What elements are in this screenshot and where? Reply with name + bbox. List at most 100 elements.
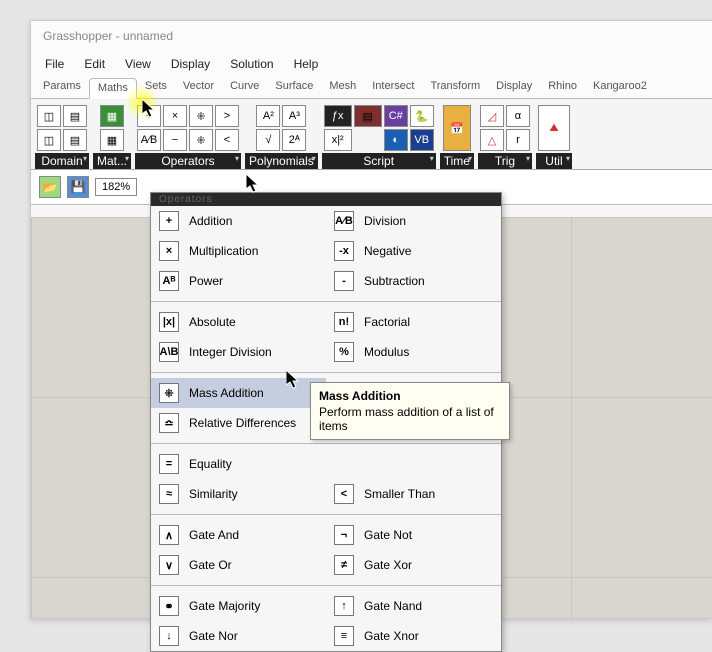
menu-item-icon: |x|	[159, 312, 179, 332]
panel-trig: ◿△ αr Trig▾	[478, 103, 532, 169]
panel-operators-label[interactable]: Operators▾	[135, 153, 241, 169]
tab-vector[interactable]: Vector	[175, 77, 222, 98]
op-massadd-icon[interactable]: ⁜	[189, 105, 213, 127]
matrix-icon2[interactable]: ▦	[100, 129, 124, 151]
panel-domain-label[interactable]: Domain▾	[35, 153, 89, 169]
script-fx-icon[interactable]: ƒx	[324, 105, 352, 127]
menu-item-relative-differences[interactable]: ≏Relative Differences	[151, 408, 326, 438]
save-file-icon[interactable]: 💾	[67, 176, 89, 198]
menu-item-icon: +	[159, 211, 179, 231]
menu-item-multiplication[interactable]: ×Multiplication	[151, 236, 326, 266]
menu-item-factorial[interactable]: n!Factorial	[326, 307, 501, 337]
poly-a3-icon[interactable]: A³	[282, 105, 306, 127]
menu-item-gate-or[interactable]: ∨Gate Or	[151, 550, 326, 580]
menu-item-gate-xor[interactable]: ≠Gate Xor	[326, 550, 501, 580]
tab-display[interactable]: Display	[488, 77, 540, 98]
menu-item-power[interactable]: AᴮPower	[151, 266, 326, 296]
op-times-icon[interactable]: ×	[163, 105, 187, 127]
menu-item-label: Addition	[189, 214, 232, 228]
tab-curve[interactable]: Curve	[222, 77, 267, 98]
op-massmul-icon[interactable]: ⁜	[189, 129, 213, 151]
trig-alpha-icon[interactable]: α	[506, 105, 530, 127]
op-frac-icon[interactable]: A⁄B	[137, 129, 161, 151]
menu-item-gate-nand[interactable]: ↑Gate Nand	[326, 591, 501, 621]
dropdown-header: Operators	[151, 193, 501, 206]
script-csharp-icon[interactable]: C#	[384, 105, 408, 127]
script-vb-icon[interactable]: VB	[410, 129, 434, 151]
menu-item-addition[interactable]: + Addition	[151, 206, 326, 236]
tab-maths[interactable]: Maths	[89, 78, 137, 99]
trig-angle-icon[interactable]: ◿	[480, 105, 504, 127]
menu-item-icon: Aᴮ	[159, 271, 179, 291]
panel-polynomials-label[interactable]: Polynomials▾	[245, 153, 318, 169]
menu-edit[interactable]: Edit	[74, 53, 115, 75]
menu-item-gate-nor[interactable]: ↓Gate Nor	[151, 621, 326, 651]
trig-tri-icon[interactable]: △	[480, 129, 504, 151]
domain-icon1[interactable]: ◫	[37, 105, 61, 127]
menu-item-icon: ∧	[159, 525, 179, 545]
script-python-icon[interactable]: 🐍	[410, 105, 434, 127]
tab-sets[interactable]: Sets	[137, 77, 175, 98]
menu-item-smaller-than[interactable]: <Smaller Than	[326, 479, 501, 509]
tab-params[interactable]: Params	[35, 77, 89, 98]
menu-item-label: Subtraction	[364, 274, 425, 288]
panel-script-label[interactable]: Script▾	[322, 153, 436, 169]
menu-item-gate-xnor[interactable]: ≡Gate Xnor	[326, 621, 501, 651]
menu-item-equality[interactable]: =Equality	[151, 449, 326, 479]
ribbon: ◫ ◫ ▤ ▤ Domain▾ ▦ ▦ Mat...▾	[31, 99, 712, 170]
menu-item-absolute[interactable]: |x|Absolute	[151, 307, 326, 337]
matrix-icon1[interactable]: ▦	[100, 105, 124, 127]
menu-item-gate-majority[interactable]: ⚭Gate Majority	[151, 591, 326, 621]
menu-item-icon: %	[334, 342, 354, 362]
tab-mesh[interactable]: Mesh	[321, 77, 364, 98]
zoom-field[interactable]: 182%	[95, 178, 137, 196]
op-gt-icon[interactable]: >	[215, 105, 239, 127]
menu-item-similarity[interactable]: ≈Similarity	[151, 479, 326, 509]
domain-icon2[interactable]: ◫	[37, 129, 61, 151]
open-file-icon[interactable]: 📂	[39, 176, 61, 198]
tab-rhino[interactable]: Rhino	[540, 77, 585, 98]
tab-kangaroo2[interactable]: Kangaroo2	[585, 77, 655, 98]
menu-item-modulus[interactable]: %Modulus	[326, 337, 501, 367]
domain-icon3[interactable]: ▤	[63, 105, 87, 127]
menu-display[interactable]: Display	[161, 53, 220, 75]
poly-2a-icon[interactable]: 2ᴬ	[282, 129, 306, 151]
tab-transform[interactable]: Transform	[422, 77, 488, 98]
panel-util-label[interactable]: Util▾	[536, 153, 572, 169]
script-x2-icon[interactable]: x|²	[324, 129, 352, 151]
tab-surface[interactable]: Surface	[267, 77, 321, 98]
menu-item-label: Mass Addition	[189, 386, 264, 400]
op-minus-icon[interactable]: −	[163, 129, 187, 151]
poly-root-icon[interactable]: √	[256, 129, 280, 151]
script-editor-icon[interactable]: ▤	[354, 105, 382, 127]
menu-item-icon: ↓	[159, 626, 179, 646]
menu-item-gate-and[interactable]: ∧Gate And	[151, 520, 326, 550]
menu-item-gate-not[interactable]: ¬Gate Not	[326, 520, 501, 550]
menu-item-label: Negative	[364, 244, 411, 258]
menu-item-label: Similarity	[189, 487, 238, 501]
menu-item-division[interactable]: A⁄BDivision	[326, 206, 501, 236]
poly-a2-icon[interactable]: A²	[256, 105, 280, 127]
menu-item-label: Smaller Than	[364, 487, 435, 501]
panel-time-label[interactable]: Time▾	[440, 153, 474, 169]
panel-trig-label[interactable]: Trig▾	[478, 153, 532, 169]
tab-strip: Params Maths Sets Vector Curve Surface M…	[31, 77, 712, 99]
menu-item-negative[interactable]: -xNegative	[326, 236, 501, 266]
menu-help[interactable]: Help	[284, 53, 329, 75]
menu-item-icon: =	[159, 454, 179, 474]
menu-solution[interactable]: Solution	[220, 53, 283, 75]
menu-file[interactable]: File	[35, 53, 74, 75]
op-lt-icon[interactable]: <	[215, 129, 239, 151]
trig-r-icon[interactable]: r	[506, 129, 530, 151]
menu-item-subtraction[interactable]: -Subtraction	[326, 266, 501, 296]
menu-item-integer-division[interactable]: A\BInteger Division	[151, 337, 326, 367]
domain-icon4[interactable]: ▤	[63, 129, 87, 151]
menu-item-icon: ⚭	[159, 596, 179, 616]
time-calendar-icon[interactable]: 📅	[443, 105, 471, 151]
menu-view[interactable]: View	[115, 53, 161, 75]
util-graph-icon[interactable]: ⛰	[538, 105, 570, 151]
tab-intersect[interactable]: Intersect	[364, 77, 422, 98]
panel-matrix-label[interactable]: Mat...▾	[93, 153, 131, 169]
script-cluster-icon[interactable]: ◐	[384, 129, 408, 151]
menu-item-icon: n!	[334, 312, 354, 332]
